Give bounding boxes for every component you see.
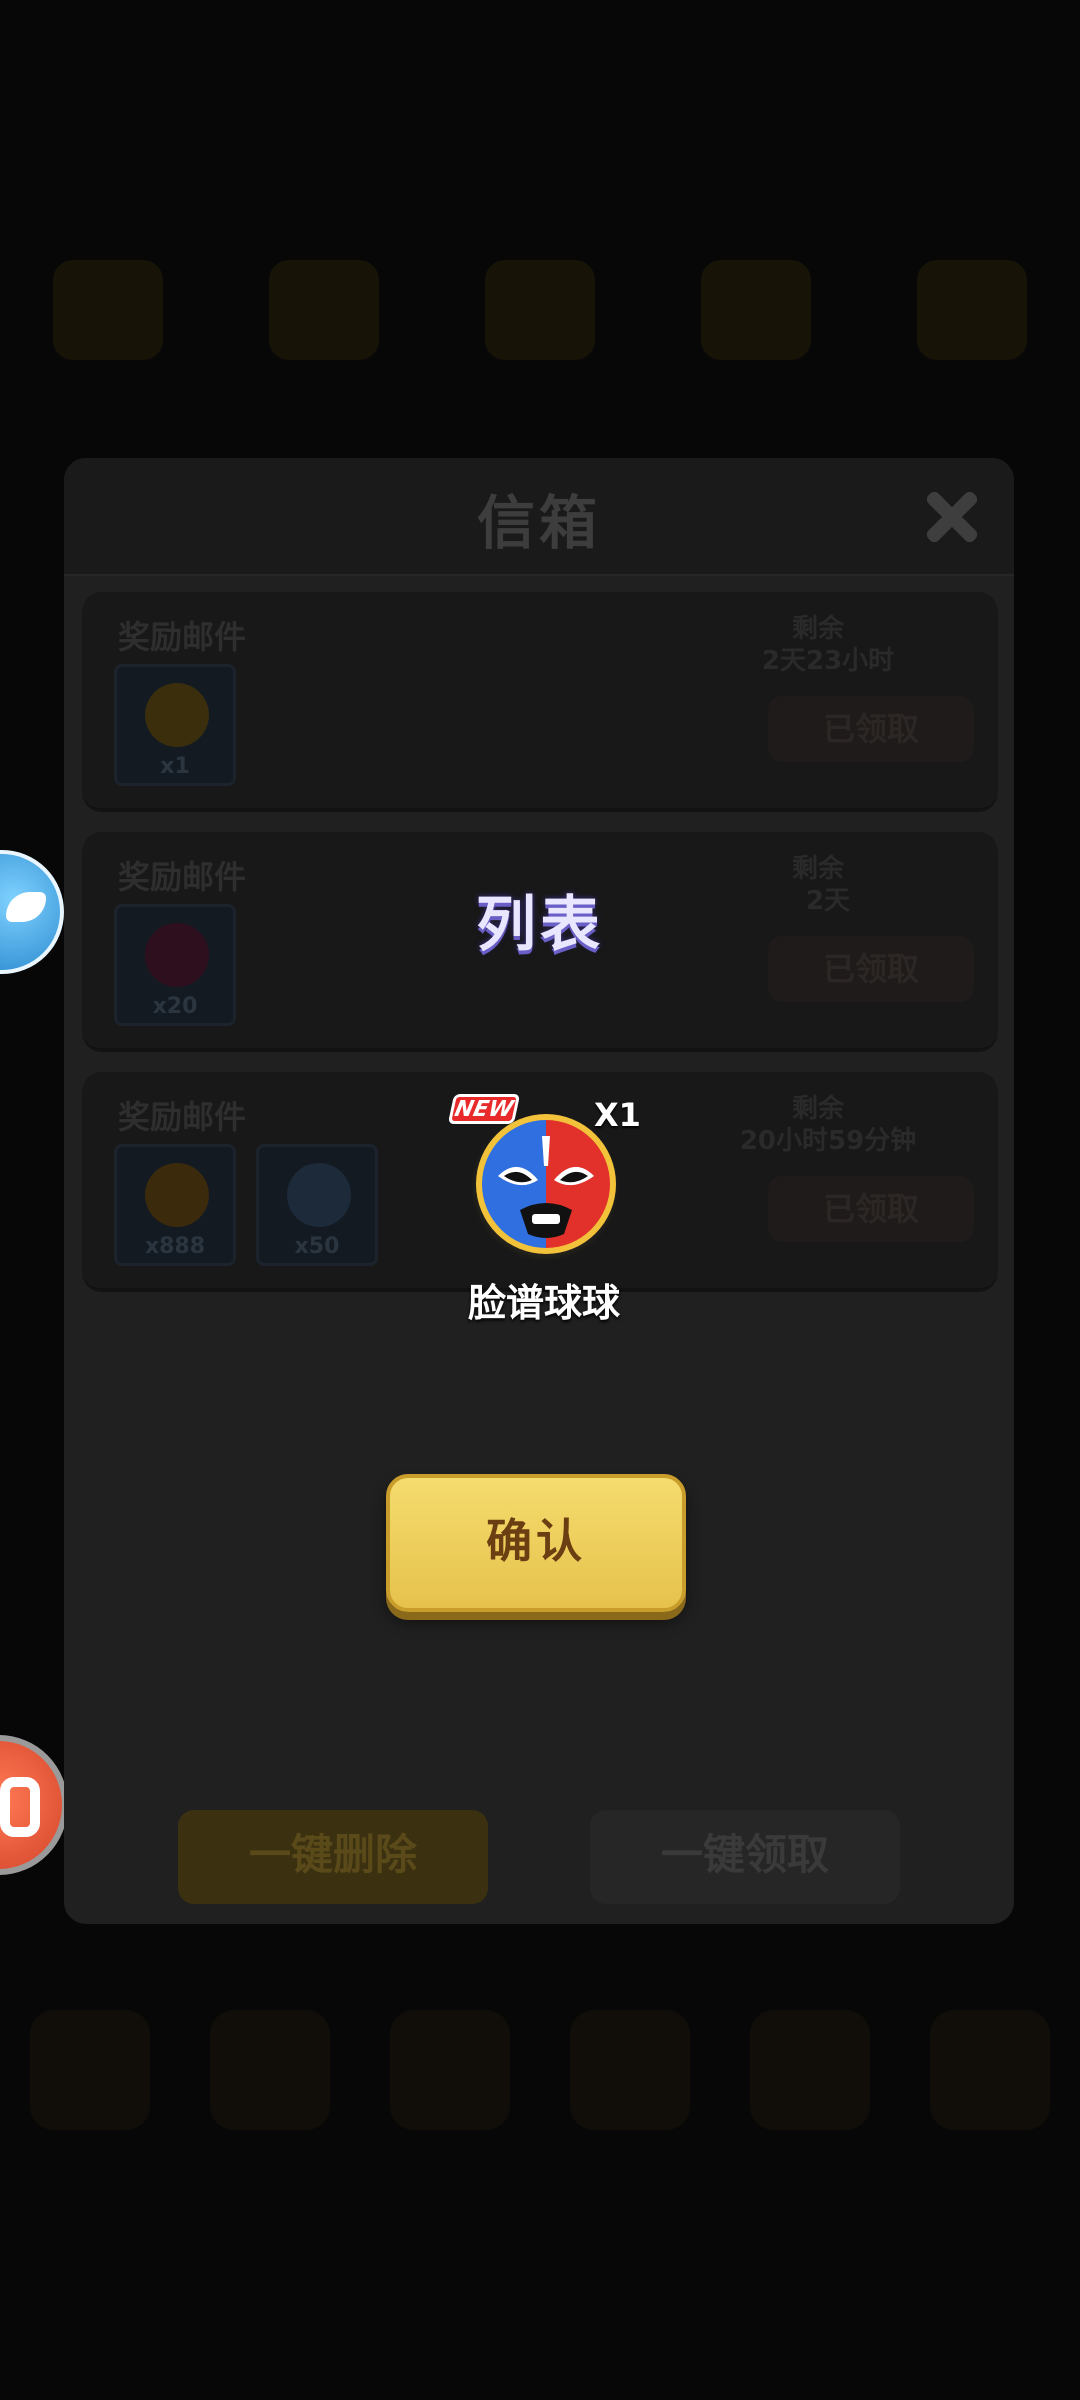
sunflower-icon xyxy=(145,683,209,747)
claim-all-button[interactable]: 一键领取 xyxy=(590,1810,900,1904)
gift-event-icon[interactable] xyxy=(0,1735,68,1875)
claimed-button[interactable]: 已领取 xyxy=(768,696,974,762)
gift-glyph-icon xyxy=(0,1777,40,1837)
background-decoration xyxy=(390,2010,510,2130)
background-decoration xyxy=(917,260,1027,360)
background-decoration xyxy=(53,260,163,360)
mail-reward-qty: x20 xyxy=(152,994,198,1019)
background-decoration xyxy=(30,2010,150,2130)
confirm-button[interactable]: 确认 xyxy=(386,1474,686,1612)
gold-coins-icon xyxy=(145,1163,209,1227)
mail-reward-item: x50 xyxy=(256,1144,378,1266)
mailbox-header: 信箱 xyxy=(64,458,1014,576)
remain-value: 2天23小时 xyxy=(761,646,895,676)
delete-all-button[interactable]: 一键删除 xyxy=(178,1810,488,1904)
background-decoration xyxy=(750,2010,870,2130)
close-icon[interactable] xyxy=(916,480,988,552)
cloud-icon xyxy=(287,1163,351,1227)
popup-title: 列表 xyxy=(476,890,604,960)
mail-reward-qty: x888 xyxy=(144,1234,206,1259)
reward-quantity: X1 xyxy=(594,1096,641,1134)
mail-title: 奖励邮件 xyxy=(118,618,247,656)
mailbox-title: 信箱 xyxy=(476,489,601,557)
background-decoration xyxy=(269,260,379,360)
background-decoration xyxy=(701,260,811,360)
background-scene-top xyxy=(0,240,1080,380)
reward-name: 脸谱球球 xyxy=(467,1281,620,1325)
mail-title: 奖励邮件 xyxy=(118,1098,247,1136)
background-scene-bottom xyxy=(0,1990,1080,2150)
mail-reward-qty: x1 xyxy=(160,754,190,779)
background-decoration xyxy=(570,2010,690,2130)
mail-reward-qty: x50 xyxy=(294,1234,340,1259)
mail-card[interactable]: 奖励邮件 x1 剩余 2天23小时 已领取 xyxy=(82,592,998,812)
remain-value: 20小时59分钟 xyxy=(739,1126,917,1156)
background-decoration xyxy=(485,260,595,360)
mail-reward-item: x1 xyxy=(114,664,236,786)
claimed-button[interactable]: 已领取 xyxy=(768,1176,974,1242)
mail-reward-item: x888 xyxy=(114,1144,236,1266)
background-decoration xyxy=(930,2010,1050,2130)
new-badge: NEW xyxy=(447,1094,521,1124)
background-decoration xyxy=(210,2010,330,2130)
game-screen: 信箱 奖励邮件 x1 剩余 2天23小时 已领取 奖励邮件 x20 剩余 2天 … xyxy=(0,0,1080,2400)
